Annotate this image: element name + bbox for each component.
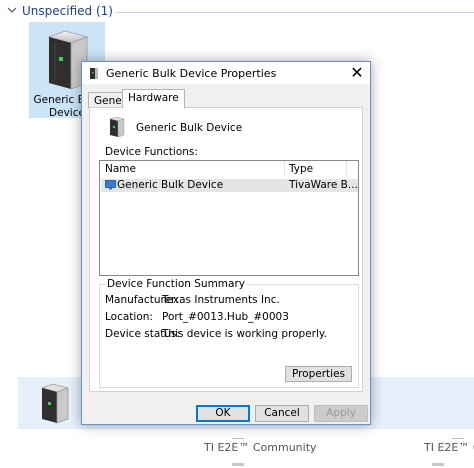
footer-link-community[interactable]: TI E2E™ Community (204, 441, 317, 454)
column-header-name[interactable]: Name (105, 161, 136, 177)
dialog-title: Generic Bulk Device Properties (106, 67, 277, 80)
footer-divider (232, 438, 244, 439)
manufacturer-value: Texas Instruments Inc. (162, 294, 280, 306)
group-title: Unspecified (1) (22, 4, 113, 18)
tab-hardware[interactable]: Hardware (122, 89, 185, 108)
ok-button[interactable]: OK (196, 405, 250, 422)
group-divider (115, 12, 474, 13)
summary-title: Device Function Summary (105, 278, 247, 290)
device-status-value: This device is working properly. (162, 328, 327, 340)
location-label: Location: (105, 311, 153, 323)
close-button[interactable]: ✕ (348, 64, 366, 82)
table-row[interactable]: Generic Bulk Device TivaWare B... (101, 179, 358, 192)
device-functions-list[interactable]: Name Type Generic Bulk Device TivaWare B… (99, 160, 359, 276)
footer-divider (452, 438, 464, 439)
hardware-panel: Generic Bulk Device Device Functions: Na… (89, 107, 363, 392)
properties-dialog: Generic Bulk Device Properties ✕ General… (81, 61, 371, 425)
row-name: Generic Bulk Device (117, 179, 224, 191)
properties-button[interactable]: Properties (285, 366, 352, 382)
column-divider[interactable] (346, 161, 347, 177)
device-name: Generic Bulk Device (136, 122, 243, 134)
close-icon: ✕ (350, 63, 364, 82)
device-functions-label: Device Functions: (105, 146, 198, 158)
monitor-icon (105, 180, 116, 190)
drive-icon (109, 116, 125, 138)
column-divider[interactable] (284, 161, 285, 177)
dialog-titlebar[interactable]: Generic Bulk Device Properties ✕ (82, 62, 370, 84)
location-value: Port_#0013.Hub_#0003 (162, 311, 289, 323)
device-function-summary: Device Function Summary Manufacturer: Te… (99, 278, 359, 388)
footer-link-community-2[interactable]: TI E2E™ Commun (424, 441, 474, 454)
apply-button[interactable]: Apply (314, 405, 368, 422)
drive-icon (40, 383, 70, 424)
chevron-down-icon[interactable] (7, 5, 17, 15)
row-type: TivaWare B... (289, 179, 358, 191)
column-header-type[interactable]: Type (289, 161, 313, 177)
drive-icon (90, 68, 98, 79)
footer-fragment (232, 463, 244, 466)
cancel-button[interactable]: Cancel (255, 405, 309, 422)
group-header[interactable]: Unspecified (1) (0, 0, 474, 22)
footer-fragment (432, 463, 444, 466)
